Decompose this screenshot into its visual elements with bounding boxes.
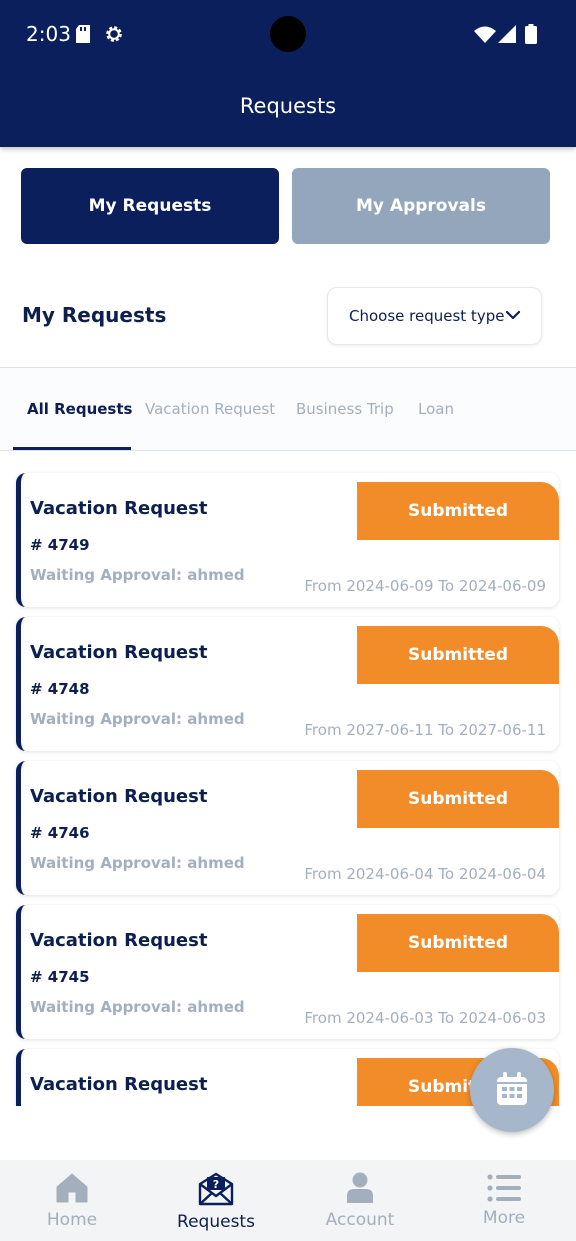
request-number: # 4749 <box>30 536 90 554</box>
request-dates: From 2024-06-09 To 2024-06-09 <box>304 577 546 595</box>
app-header: 2:03 Requests <box>0 0 576 147</box>
request-dates: From 2024-06-04 To 2024-06-04 <box>304 865 546 883</box>
request-tabs: All Requests Vacation Request Business T… <box>0 367 576 451</box>
wifi-icon <box>474 26 496 43</box>
tab-business-trip[interactable]: Business Trip <box>296 400 394 418</box>
camera-cutout <box>270 16 306 52</box>
svg-text:?: ? <box>213 1178 219 1191</box>
calendar-fab-button[interactable] <box>470 1048 554 1132</box>
nav-label: More <box>482 1208 526 1228</box>
chevron-down-icon <box>505 310 521 320</box>
request-title: Vacation Request <box>30 786 208 807</box>
status-time: 2:03 <box>26 22 71 46</box>
active-tab-indicator <box>13 447 131 450</box>
request-card[interactable]: Vacation Request # 4745 Waiting Approval… <box>16 905 559 1039</box>
request-dates: From 2027-06-11 To 2027-06-11 <box>304 721 546 739</box>
waiting-approval: Waiting Approval: ahmed <box>30 566 245 584</box>
nav-label: Account <box>325 1210 395 1230</box>
section-title: My Requests <box>22 303 167 327</box>
tab-vacation-request[interactable]: Vacation Request <box>145 400 275 418</box>
nav-account[interactable]: Account <box>288 1160 432 1241</box>
status-badge: Submitted <box>357 482 559 540</box>
calendar-icon <box>497 1072 527 1105</box>
battery-icon <box>525 24 537 44</box>
waiting-approval: Waiting Approval: ahmed <box>30 998 245 1016</box>
request-type-dropdown[interactable]: Choose request type <box>327 287 542 345</box>
request-card[interactable]: Vacation Request # 4748 Waiting Approval… <box>16 617 559 751</box>
waiting-approval: Waiting Approval: ahmed <box>30 854 245 872</box>
request-card[interactable]: Vacation Request # 4746 Waiting Approval… <box>16 761 559 895</box>
status-badge: Submitted <box>357 770 559 828</box>
status-badge: Submitted <box>357 626 559 684</box>
tab-loan[interactable]: Loan <box>418 400 454 418</box>
request-title: Vacation Request <box>30 498 208 519</box>
request-number: # 4746 <box>30 824 90 842</box>
request-type-placeholder: Choose request type <box>349 307 505 325</box>
request-number: # 4748 <box>30 680 90 698</box>
waiting-approval: Waiting Approval: ahmed <box>30 710 245 728</box>
request-number: # 4745 <box>30 968 90 986</box>
person-icon <box>347 1172 373 1203</box>
request-title: Vacation Request <box>30 642 208 663</box>
mail-question-icon: ? <box>198 1172 234 1206</box>
nav-label: Requests <box>177 1212 255 1232</box>
menu-list-icon <box>487 1174 521 1202</box>
request-title: Vacation Request <box>30 1074 208 1095</box>
bottom-navigation: Home ? Requests Account More <box>0 1160 576 1241</box>
nav-label: Home <box>46 1210 98 1230</box>
status-badge: Submitted <box>357 914 559 972</box>
nav-requests[interactable]: ? Requests <box>144 1160 288 1241</box>
tab-all-requests[interactable]: All Requests <box>27 400 132 418</box>
gear-icon <box>106 26 122 42</box>
request-list[interactable]: Vacation Request # 4749 Waiting Approval… <box>0 465 576 1106</box>
nav-home[interactable]: Home <box>0 1160 144 1241</box>
sd-card-icon <box>76 25 90 43</box>
nav-more[interactable]: More <box>432 1160 576 1241</box>
home-icon <box>56 1173 88 1203</box>
signal-icon <box>498 25 516 43</box>
my-approvals-button[interactable]: My Approvals <box>292 168 550 244</box>
my-requests-button[interactable]: My Requests <box>21 168 279 244</box>
page-title: Requests <box>239 94 337 118</box>
request-dates: From 2024-06-03 To 2024-06-03 <box>304 1009 546 1027</box>
request-title: Vacation Request <box>30 930 208 951</box>
request-card[interactable]: Vacation Request # 4749 Waiting Approval… <box>16 473 559 607</box>
